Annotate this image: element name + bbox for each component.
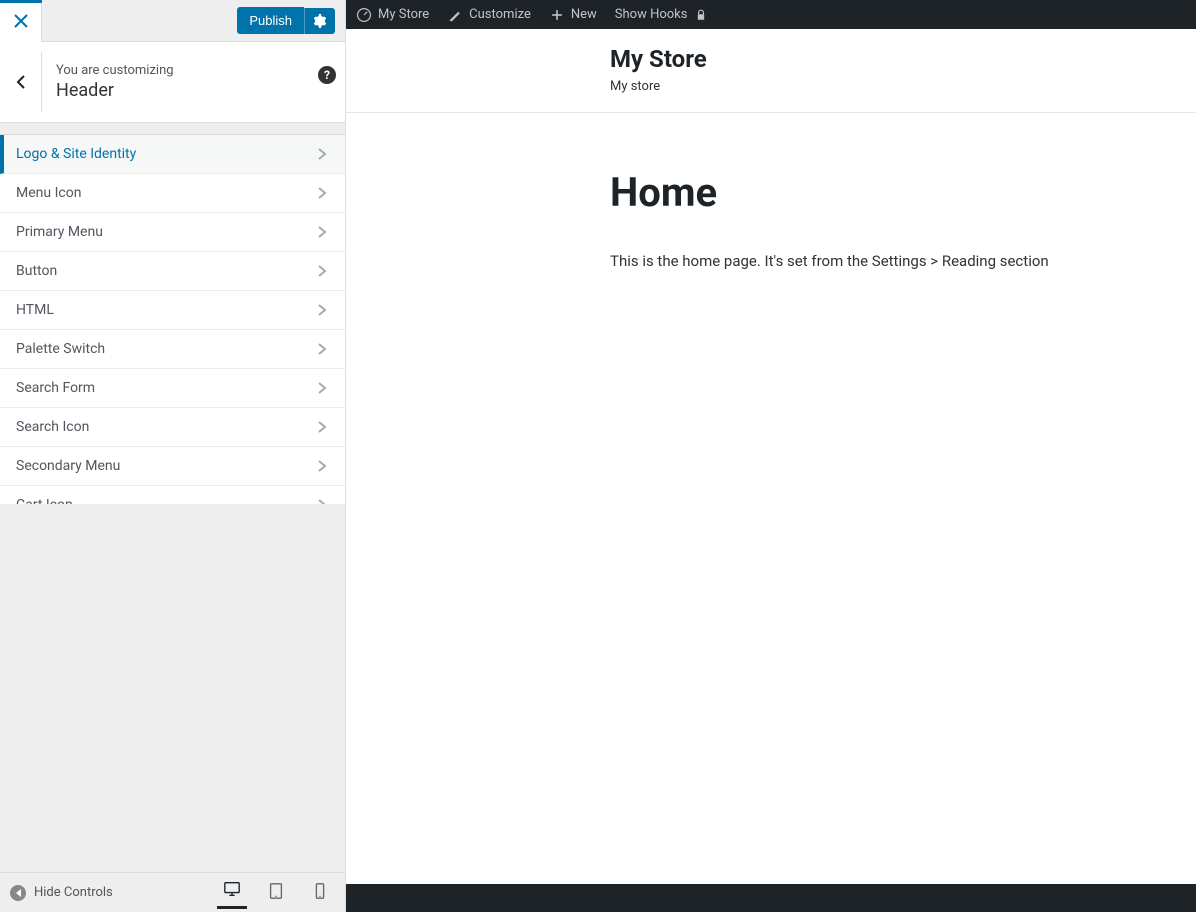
menu-item-label: Secondary Menu <box>16 458 120 474</box>
chevron-right-icon <box>315 186 329 200</box>
preview-footer <box>346 884 1196 912</box>
menu-item-label: Primary Menu <box>16 224 103 240</box>
adminbar-show-hooks-link[interactable]: Show Hooks <box>615 7 710 23</box>
menu-secondary-menu[interactable]: Secondary Menu <box>0 447 345 486</box>
help-icon: ? <box>318 66 336 84</box>
chevron-right-icon <box>315 342 329 356</box>
chevron-right-icon <box>315 147 329 161</box>
back-button[interactable] <box>0 52 42 112</box>
menu-menu-icon[interactable]: Menu Icon <box>0 174 345 213</box>
chevron-right-icon <box>315 225 329 239</box>
adminbar-new-link[interactable]: New <box>549 7 597 23</box>
device-tablet-button[interactable] <box>261 878 291 908</box>
preview-page-body: This is the home page. It's set from the… <box>610 252 1196 270</box>
adminbar-site-link[interactable]: My Store <box>356 7 429 23</box>
chevron-right-icon <box>315 420 329 434</box>
chevron-right-icon <box>315 459 329 473</box>
dashboard-icon <box>356 7 372 23</box>
publish-settings-button[interactable] <box>304 8 335 34</box>
close-customizer-button[interactable] <box>0 0 42 42</box>
customizer-menu: Logo & Site Identity Menu Icon Primary Men… <box>0 135 345 504</box>
chevron-right-icon <box>315 264 329 278</box>
close-icon <box>14 14 28 28</box>
menu-item-label: Palette Switch <box>16 341 105 357</box>
menu-item-label: Logo & Site Identity <box>16 146 136 162</box>
preview-page-title: Home <box>610 169 1196 216</box>
collapse-icon <box>10 885 26 901</box>
hide-controls-label: Hide Controls <box>34 885 113 900</box>
menu-item-label: HTML <box>16 302 54 318</box>
menu-item-label: Search Form <box>16 380 95 396</box>
preview-tagline: My store <box>610 79 1196 94</box>
lock-icon <box>693 7 709 23</box>
admin-bar: My Store Customize New Show Hooks <box>346 0 1196 29</box>
menu-primary-menu[interactable]: Primary Menu <box>0 213 345 252</box>
menu-search-icon[interactable]: Search Icon <box>0 408 345 447</box>
menu-item-label: Button <box>16 263 57 279</box>
chevron-right-icon <box>315 381 329 395</box>
mobile-icon <box>311 882 329 900</box>
adminbar-customize-link[interactable]: Customize <box>447 7 531 23</box>
chevron-right-icon <box>315 303 329 317</box>
device-mobile-button[interactable] <box>305 878 335 908</box>
menu-logo-site-identity[interactable]: Logo & Site Identity <box>0 135 345 174</box>
help-button[interactable]: ? <box>309 64 345 100</box>
gear-icon <box>313 14 327 28</box>
preview-site-title[interactable]: My Store <box>610 45 1196 73</box>
chevron-left-icon <box>13 74 29 90</box>
customizing-label: You are customizing <box>56 63 295 78</box>
plus-icon <box>549 7 565 23</box>
desktop-icon <box>223 880 241 898</box>
menu-item-label: Search Icon <box>16 419 89 435</box>
menu-html[interactable]: HTML <box>0 291 345 330</box>
menu-item-label: Menu Icon <box>16 185 81 201</box>
menu-search-form[interactable]: Search Form <box>0 369 345 408</box>
hide-controls-button[interactable]: Hide Controls <box>10 885 113 901</box>
device-desktop-button[interactable] <box>217 876 247 909</box>
menu-palette-switch[interactable]: Palette Switch <box>0 330 345 369</box>
publish-button[interactable]: Publish <box>237 7 304 34</box>
tablet-icon <box>267 882 285 900</box>
section-title: Header <box>56 80 295 101</box>
menu-cart-icon[interactable]: Cart Icon <box>0 486 345 504</box>
brush-icon <box>447 7 463 23</box>
menu-button[interactable]: Button <box>0 252 345 291</box>
